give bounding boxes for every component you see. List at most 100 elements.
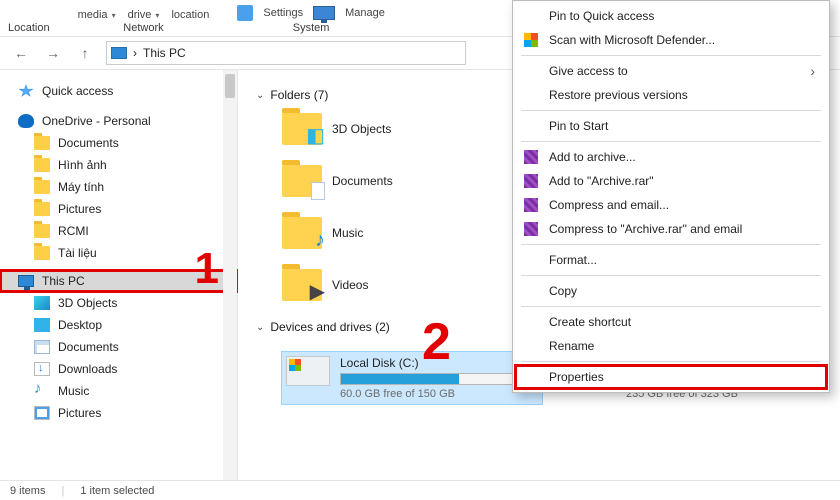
ctx-pin-quick[interactable]: Pin to Quick access [515, 4, 827, 28]
ctx-give-access[interactable]: Give access to [515, 59, 827, 83]
sidebar-item-label: RCMI [58, 224, 89, 238]
ctx-properties[interactable]: Properties [515, 365, 827, 389]
ribbon-manage[interactable]: Manage [345, 7, 385, 19]
breadcrumb-sep: › [133, 46, 137, 60]
blank-icon [523, 314, 539, 330]
ctx-create-shortcut[interactable]: Create shortcut [515, 310, 827, 334]
sidebar-scrollbar[interactable] [223, 70, 237, 482]
folder-icon [34, 180, 50, 194]
sidebar-item-od-3[interactable]: Pictures [0, 198, 237, 220]
breadcrumb-thispc[interactable]: This PC [143, 46, 186, 60]
folder-icon: ▶ [282, 269, 322, 301]
sidebar-item-pc-2[interactable]: Documents [0, 336, 237, 358]
manage-icon[interactable] [313, 6, 335, 20]
ctx-label: Rename [549, 339, 594, 353]
sidebar-item-pc-4[interactable]: Music [0, 380, 237, 402]
annotation-marker-1: 1 [195, 244, 219, 294]
nav-forward-button[interactable]: → [42, 42, 64, 64]
sidebar-item-pc-3[interactable]: Downloads [0, 358, 237, 380]
folder-icon: ◧ [282, 113, 322, 145]
sidebar-quick-label: Quick access [42, 84, 113, 98]
star-icon [18, 84, 34, 98]
ctx-add-archive[interactable]: Add to archive... [515, 145, 827, 169]
ribbon-system-label: System [293, 22, 330, 34]
scroll-thumb[interactable] [225, 74, 235, 98]
status-selected: 1 item selected [80, 485, 154, 497]
ctx-separator [521, 306, 821, 307]
address-field[interactable]: › This PC [106, 41, 466, 65]
ctx-label: Compress and email... [549, 198, 669, 212]
ribbon-netloc[interactable]: location [171, 9, 209, 21]
sidebar-item-od-0[interactable]: Documents [0, 132, 237, 154]
sidebar-item-label: Documents [58, 340, 119, 354]
ctx-label: Compress to "Archive.rar" and email [549, 222, 742, 236]
ctx-defender[interactable]: Scan with Microsoft Defender... [515, 28, 827, 52]
ctx-separator [521, 110, 821, 111]
blank-icon [523, 118, 539, 134]
ctx-separator [521, 55, 821, 56]
ctx-add-rar[interactable]: Add to "Archive.rar" [515, 169, 827, 193]
ribbon-group-network: media drive location Network [78, 9, 210, 34]
chevron-down-icon: ⌄ [256, 90, 264, 101]
section-drives-label: Devices and drives (2) [270, 320, 389, 334]
status-items: 9 items [10, 485, 45, 497]
sidebar-quick-access[interactable]: Quick access [0, 80, 237, 102]
drive-free: 60.0 GB free of 150 GB [340, 388, 538, 400]
status-separator: | [61, 485, 64, 497]
folder-icon [34, 158, 50, 172]
tile-label: Videos [332, 278, 368, 292]
sidebar-onedrive[interactable]: OneDrive - Personal [0, 110, 237, 132]
music-icon [34, 384, 50, 398]
blank-icon [523, 252, 539, 268]
ctx-label: Format... [549, 253, 597, 267]
cloud-icon [18, 114, 34, 128]
drive-tile-c[interactable]: Local Disk (C:) 60.0 GB free of 150 GB [282, 352, 542, 404]
sidebar-item-pc-1[interactable]: Desktop [0, 314, 237, 336]
pictures-icon [34, 406, 50, 420]
ctx-separator [521, 244, 821, 245]
pc-icon [18, 275, 34, 287]
sidebar-item-label: 3D Objects [58, 296, 117, 310]
objects3d-icon [34, 296, 50, 310]
ctx-label: Pin to Quick access [549, 9, 654, 23]
ctx-format[interactable]: Format... [515, 248, 827, 272]
downloads-icon [34, 362, 50, 376]
ribbon-group-system: Settings Manage System [237, 5, 385, 34]
sidebar: Quick access OneDrive - Personal Documen… [0, 70, 238, 482]
nav-back-button[interactable]: ← [10, 42, 32, 64]
folder-icon [282, 165, 322, 197]
ribbon-media[interactable]: media [78, 9, 116, 21]
ctx-pin-start[interactable]: Pin to Start [515, 114, 827, 138]
nav-up-button[interactable]: ↑ [74, 42, 96, 64]
sidebar-item-pc-5[interactable]: Pictures [0, 402, 237, 424]
sidebar-item-od-4[interactable]: RCMI [0, 220, 237, 242]
ctx-separator [521, 275, 821, 276]
desktop-icon [34, 318, 50, 332]
sidebar-thispc-label: This PC [42, 274, 85, 288]
blank-icon [523, 338, 539, 354]
sidebar-item-od-2[interactable]: Máy tính [0, 176, 237, 198]
sidebar-item-label: Documents [58, 136, 119, 150]
context-menu: Pin to Quick access Scan with Microsoft … [512, 0, 830, 393]
archive-icon [523, 149, 539, 165]
ctx-compress-email[interactable]: Compress and email... [515, 193, 827, 217]
objects3d-icon: ◧ [306, 123, 325, 148]
ribbon-drive[interactable]: drive [128, 9, 160, 21]
ctx-rename[interactable]: Rename [515, 334, 827, 358]
annotation-marker-2: 2 [422, 312, 451, 372]
settings-icon[interactable] [237, 5, 253, 21]
chevron-down-icon: ⌄ [256, 322, 264, 333]
sidebar-item-od-1[interactable]: Hình ảnh [0, 154, 237, 176]
ctx-compress-rar-email[interactable]: Compress to "Archive.rar" and email [515, 217, 827, 241]
ctx-copy[interactable]: Copy [515, 279, 827, 303]
ribbon-settings[interactable]: Settings [263, 7, 303, 19]
sidebar-item-pc-0[interactable]: 3D Objects [0, 292, 237, 314]
ctx-label: Give access to [549, 64, 628, 78]
folder-icon [34, 202, 50, 216]
status-bar: 9 items | 1 item selected [0, 480, 840, 500]
ctx-restore[interactable]: Restore previous versions [515, 83, 827, 107]
archive-icon [523, 197, 539, 213]
ctx-label: Properties [549, 370, 604, 384]
tile-label: Documents [332, 174, 393, 188]
sidebar-item-label: Tài liệu [58, 246, 97, 260]
